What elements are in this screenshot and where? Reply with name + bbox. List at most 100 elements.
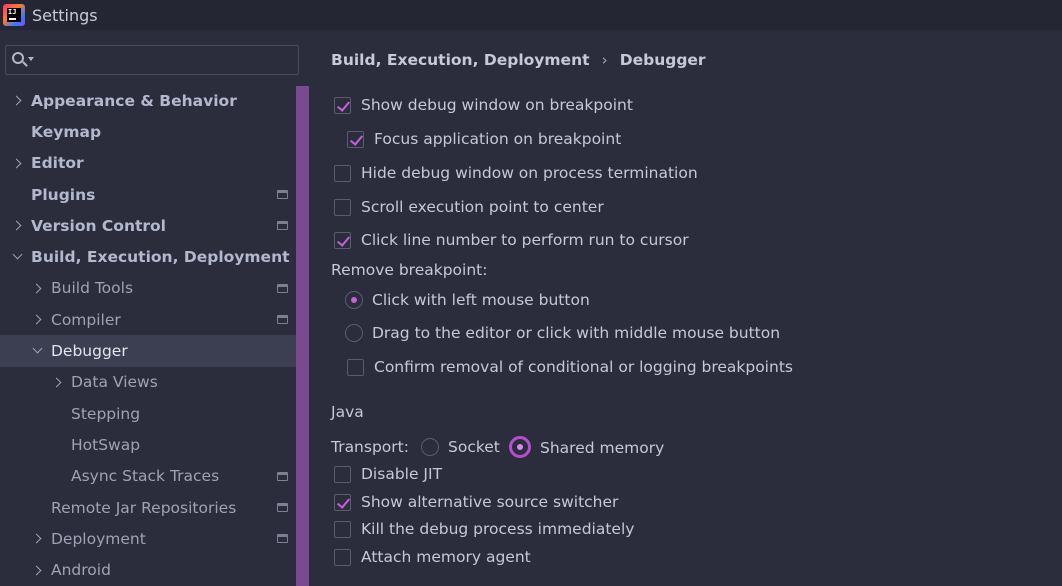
hide-debug-window-checkbox[interactable]: [334, 164, 351, 182]
confirm-removal-option[interactable]: Confirm removal of conditional or loggin…: [347, 358, 793, 376]
breadcrumb: Build, Execution, Deployment › Debugger: [331, 51, 706, 69]
focus-application-label: Focus application on breakpoint: [374, 130, 622, 148]
scroll-execution-checkbox[interactable]: [334, 198, 351, 216]
disable-jit-option[interactable]: Disable JIT: [334, 465, 442, 483]
drag-middle-radio[interactable]: [345, 324, 363, 342]
tree-item-label: Build, Execution, Deployment: [31, 248, 290, 267]
click-line-number-checkbox[interactable]: [334, 231, 351, 249]
chevron-right-icon[interactable]: [31, 283, 42, 294]
tree-item-deployment[interactable]: Deployment: [0, 523, 296, 554]
disable-jit-label: Disable JIT: [361, 465, 443, 483]
tree-item-label: Keymap: [31, 122, 102, 141]
debugger-settings-panel: Build, Execution, Deployment › Debugger …: [309, 30, 1062, 586]
confirm-removal-label: Confirm removal of conditional or loggin…: [374, 358, 793, 376]
search-input[interactable]: [40, 52, 280, 68]
tree-item-label: Stepping: [71, 404, 141, 423]
focus-application-checkbox[interactable]: [347, 130, 364, 148]
project-level-icon: [277, 315, 288, 325]
chevron-right-icon[interactable]: [11, 95, 22, 106]
kill-debug-checkbox[interactable]: [334, 520, 351, 538]
tree-item-build-tools[interactable]: Build Tools: [0, 273, 296, 304]
settings-search-box[interactable]: [5, 45, 299, 75]
title-bar: IJ Settings: [0, 0, 1062, 30]
chevron-right-icon[interactable]: [31, 565, 42, 576]
confirm-removal-checkbox[interactable]: [347, 358, 364, 376]
chevron-right-icon[interactable]: [11, 220, 22, 231]
tree-item-appearance-behavior[interactable]: Appearance & Behavior: [0, 85, 296, 116]
breadcrumb-current: Debugger: [619, 51, 706, 69]
tree-item-stepping[interactable]: Stepping: [0, 398, 296, 429]
click-left-option[interactable]: Click with left mouse button: [345, 291, 590, 309]
shared-memory-label: Shared memory: [540, 439, 665, 457]
tree-item-android[interactable]: Android: [0, 554, 296, 585]
drag-middle-option[interactable]: Drag to the editor or click with middle …: [345, 324, 780, 342]
tree-item-label: Build Tools: [51, 279, 134, 298]
chevron-down-icon[interactable]: [32, 343, 43, 354]
focus-application-option[interactable]: Focus application on breakpoint: [347, 130, 621, 148]
show-debug-window-checkbox[interactable]: [334, 96, 351, 114]
intellij-logo-icon: IJ: [3, 4, 25, 26]
tree-item-label: Async Stack Traces: [71, 467, 220, 486]
show-debug-window-label: Show debug window on breakpoint: [361, 96, 633, 114]
tree-item-label: Data Views: [71, 373, 158, 392]
show-debug-window-option[interactable]: Show debug window on breakpoint: [334, 96, 633, 114]
project-level-icon: [277, 221, 288, 231]
transport-label: Transport:: [331, 438, 409, 456]
drag-middle-label: Drag to the editor or click with middle …: [372, 324, 781, 342]
tree-item-version-control[interactable]: Version Control: [0, 210, 296, 241]
socket-option[interactable]: Socket: [421, 438, 500, 456]
window-title: Settings: [32, 5, 98, 25]
java-section-heading: Java: [331, 403, 364, 421]
hide-debug-window-option[interactable]: Hide debug window on process termination: [334, 164, 698, 182]
tree-item-label: Version Control: [31, 216, 166, 235]
chevron-right-icon[interactable]: [11, 158, 22, 169]
shared-memory-option[interactable]: Shared memory: [509, 436, 665, 458]
tree-item-async-stack-traces[interactable]: Async Stack Traces: [0, 461, 296, 492]
tree-item-label: Debugger: [51, 342, 128, 361]
breadcrumb-separator-icon: ›: [601, 51, 608, 69]
attach-memory-option[interactable]: Attach memory agent: [334, 548, 531, 566]
project-level-icon: [277, 190, 288, 200]
chevron-right-icon[interactable]: [51, 377, 62, 388]
tree-item-label: Plugins: [31, 185, 96, 204]
tree-item-label: Compiler: [51, 310, 121, 329]
socket-radio[interactable]: [421, 438, 439, 456]
disable-jit-checkbox[interactable]: [334, 465, 351, 483]
scroll-execution-label: Scroll execution point to center: [361, 198, 604, 216]
tree-item-keymap[interactable]: Keymap: [0, 116, 296, 147]
tree-item-editor[interactable]: Editor: [0, 148, 296, 179]
tree-item-label: Deployment: [51, 529, 146, 548]
project-level-icon: [277, 471, 288, 481]
tree-item-label: HotSwap: [71, 435, 141, 454]
tree-item-remote-jar-repositories[interactable]: Remote Jar Repositories: [0, 492, 296, 523]
chevron-down-icon[interactable]: [12, 250, 23, 260]
click-left-label: Click with left mouse button: [372, 291, 590, 309]
project-level-icon: [277, 283, 288, 293]
show-alt-source-option[interactable]: Show alternative source switcher: [334, 493, 618, 511]
tree-item-label: Remote Jar Repositories: [51, 498, 237, 517]
click-left-radio[interactable]: [345, 291, 363, 309]
settings-tree: Appearance & Behavior Keymap Editor Plugins…: [0, 85, 309, 586]
tree-item-data-views[interactable]: Data Views: [0, 367, 296, 398]
search-icon[interactable]: [12, 51, 34, 69]
kill-debug-label: Kill the debug process immediately: [361, 520, 635, 538]
click-line-number-option[interactable]: Click line number to perform run to curs…: [334, 231, 689, 249]
chevron-right-icon[interactable]: [31, 533, 42, 544]
tree-item-build-execution-deployment[interactable]: Build, Execution, Deployment: [0, 241, 296, 272]
tree-item-label: Android: [51, 561, 111, 580]
tree-item-hotswap[interactable]: HotSwap: [0, 429, 296, 460]
tree-item-label: Appearance & Behavior: [31, 91, 237, 110]
scroll-execution-option[interactable]: Scroll execution point to center: [334, 198, 604, 216]
show-alt-source-label: Show alternative source switcher: [361, 493, 619, 511]
tree-item-plugins[interactable]: Plugins: [0, 179, 296, 210]
attach-memory-checkbox[interactable]: [334, 548, 351, 566]
project-level-icon: [277, 503, 288, 512]
chevron-right-icon[interactable]: [31, 314, 42, 325]
show-alt-source-checkbox[interactable]: [334, 493, 351, 511]
project-level-icon: [277, 534, 288, 544]
shared-memory-radio[interactable]: [509, 436, 531, 458]
tree-item-debugger[interactable]: Debugger: [0, 335, 309, 367]
tree-item-compiler[interactable]: Compiler: [0, 304, 296, 335]
breadcrumb-parent[interactable]: Build, Execution, Deployment: [331, 51, 590, 69]
kill-debug-option[interactable]: Kill the debug process immediately: [334, 520, 634, 538]
